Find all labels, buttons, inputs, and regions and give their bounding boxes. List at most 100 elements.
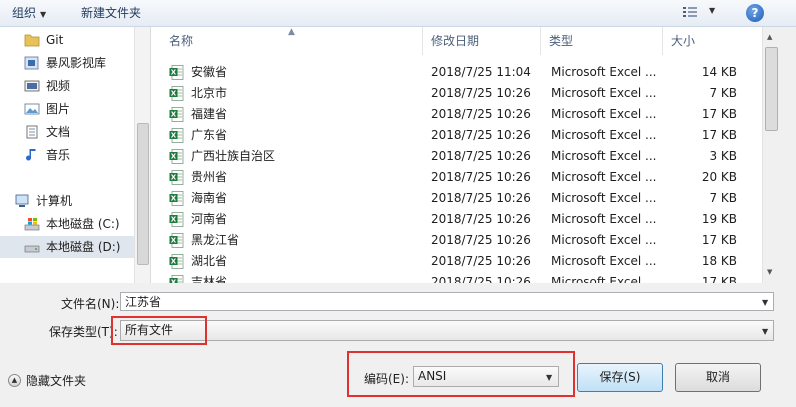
file-name: 贵州省 [191, 170, 228, 184]
highlight-box-encoding [347, 351, 575, 397]
file-name: 海南省 [191, 191, 228, 205]
cancel-button[interactable]: 取消 [675, 363, 761, 392]
svg-text:X: X [171, 279, 177, 283]
sidebar-item-computer[interactable]: 计算机 [0, 190, 124, 212]
file-row[interactable]: X 广西壮族自治区 2018/7/25 10:26 Microsoft Excel .… [151, 146, 763, 167]
file-size: 7 KB [709, 191, 737, 205]
collapse-icon: ▲ [8, 374, 21, 387]
file-name: 河南省 [191, 212, 228, 226]
svg-text:X: X [171, 258, 177, 266]
sidebar-scrollbar-thumb[interactable] [137, 123, 149, 265]
command-bar: 组织 ▼ 新建文件夹 ▼ ? [0, 0, 796, 27]
column-header-modified[interactable]: 修改日期 [423, 27, 541, 55]
file-row[interactable]: X 湖北省 2018/7/25 10:26 Microsoft Excel ... 18… [151, 251, 763, 272]
view-options-icon[interactable] [683, 6, 697, 19]
excel-file-icon: X [169, 233, 184, 248]
sidebar-item-label: 图片 [46, 102, 71, 116]
sidebar-item-videos[interactable]: 视频 [0, 75, 134, 97]
folder-icon [24, 34, 40, 47]
file-type: Microsoft Excel ... [551, 128, 657, 142]
excel-file-icon: X [169, 212, 184, 227]
view-dropdown-icon[interactable]: ▼ [709, 6, 715, 15]
file-name: 广西壮族自治区 [191, 149, 276, 163]
excel-file-icon: X [169, 149, 184, 164]
excel-file-icon: X [169, 275, 184, 283]
sidebar-item-music[interactable]: 音乐 [0, 144, 134, 166]
file-size: 17 KB [701, 233, 737, 247]
column-header-type[interactable]: 类型 [541, 27, 663, 55]
file-size: 19 KB [701, 212, 737, 226]
column-header-size[interactable]: 大小 [663, 27, 763, 55]
file-type: Microsoft Excel ... [551, 254, 657, 268]
sidebar-item-git[interactable]: Git [0, 29, 134, 51]
scroll-up-icon[interactable]: ▲ [767, 33, 772, 41]
file-type: Microsoft Excel ... [551, 212, 657, 226]
sidebar-item-label: 音乐 [46, 148, 71, 162]
file-name: 吉林省 [191, 275, 228, 283]
filename-value: 江苏省 [125, 295, 162, 309]
sidebar-item-label: 视频 [46, 79, 71, 93]
file-row[interactable]: X 贵州省 2018/7/25 10:26 Microsoft Excel ... 20… [151, 167, 763, 188]
sidebar-item-pictures[interactable]: 图片 [0, 98, 134, 120]
media-library-icon [24, 56, 39, 70]
sidebar-item-drive-c[interactable]: 本地磁盘 (C:) [0, 213, 134, 235]
svg-text:X: X [171, 90, 177, 98]
sidebar-item-documents[interactable]: 文档 [0, 121, 134, 143]
scroll-down-icon[interactable]: ▼ [767, 268, 772, 276]
svg-text:X: X [171, 111, 177, 119]
file-name: 福建省 [191, 107, 228, 121]
navigation-pane: Git 暴风影视库 视频 图片 文档 音乐 计算机 本地磁盘 (C:) 本地磁盘… [0, 27, 149, 283]
filetype-select[interactable]: 所有文件 [120, 320, 774, 341]
file-size: 14 KB [701, 65, 737, 79]
file-modified: 2018/7/25 10:26 [431, 107, 531, 121]
filename-dropdown-icon[interactable]: ▼ [762, 298, 768, 307]
save-button-label: 保存(S) [599, 370, 641, 384]
file-modified: 2018/7/25 10:26 [431, 191, 531, 205]
sort-ascending-icon: ▲ [288, 27, 295, 37]
svg-text:X: X [171, 237, 177, 245]
sidebar-item-media-library[interactable]: 暴风影视库 [0, 52, 134, 74]
system-drive-icon [24, 218, 40, 231]
svg-text:X: X [171, 216, 177, 224]
file-row[interactable]: X 北京市 2018/7/25 10:26 Microsoft Excel ... 7 … [151, 83, 763, 104]
file-row[interactable]: X 海南省 2018/7/25 10:26 Microsoft Excel ... 7 … [151, 188, 763, 209]
chevron-down-icon: ▼ [40, 10, 47, 19]
file-name: 湖北省 [191, 254, 228, 268]
right-frame [778, 27, 796, 283]
filetype-dropdown-icon[interactable]: ▼ [762, 327, 768, 336]
file-size: 3 KB [709, 149, 737, 163]
organize-button[interactable]: 组织 ▼ [12, 0, 46, 26]
file-row[interactable]: X 吉林省 2018/7/25 10:26 Microsoft Excel ... 17… [151, 272, 763, 283]
file-modified: 2018/7/25 10:26 [431, 128, 531, 142]
file-modified: 2018/7/25 10:26 [431, 170, 531, 184]
filename-label: 文件名(N): [61, 297, 120, 311]
file-modified: 2018/7/25 11:04 [431, 65, 531, 79]
file-list-scrollbar[interactable]: ▲ ▼ [762, 27, 779, 283]
sidebar-item-drive-d[interactable]: 本地磁盘 (D:) [0, 236, 134, 258]
file-row[interactable]: X 广东省 2018/7/25 10:26 Microsoft Excel ... 17… [151, 125, 763, 146]
file-row[interactable]: X 河南省 2018/7/25 10:26 Microsoft Excel ... 19… [151, 209, 763, 230]
file-list: 名称 ▲ 修改日期 类型 大小 X 安徽省 2018/7/25 11:04 Micro… [150, 27, 763, 283]
excel-file-icon: X [169, 107, 184, 122]
file-name: 北京市 [191, 86, 228, 100]
new-folder-button[interactable]: 新建文件夹 [81, 0, 141, 26]
save-button[interactable]: 保存(S) [577, 363, 663, 392]
file-name: 安徽省 [191, 65, 228, 79]
file-size: 20 KB [701, 170, 737, 184]
file-type: Microsoft Excel ... [551, 170, 657, 184]
hide-folders-label: 隐藏文件夹 [26, 374, 87, 388]
help-icon[interactable]: ? [746, 4, 764, 22]
file-size: 17 KB [701, 128, 737, 142]
svg-text:X: X [171, 174, 177, 182]
file-list-scrollbar-thumb[interactable] [765, 47, 778, 131]
column-header-name[interactable]: 名称 [151, 27, 423, 55]
file-row[interactable]: X 黑龙江省 2018/7/25 10:26 Microsoft Excel ... 1… [151, 230, 763, 251]
new-folder-label: 新建文件夹 [81, 6, 142, 20]
filename-field[interactable]: 江苏省 [120, 292, 774, 311]
music-icon [26, 149, 36, 161]
file-modified: 2018/7/25 10:26 [431, 254, 531, 268]
file-row[interactable]: X 安徽省 2018/7/25 11:04 Microsoft Excel ... 14… [151, 62, 763, 83]
file-name: 黑龙江省 [191, 233, 240, 247]
file-row[interactable]: X 福建省 2018/7/25 10:26 Microsoft Excel ... 17… [151, 104, 763, 125]
sidebar-scrollbar[interactable] [134, 27, 150, 283]
